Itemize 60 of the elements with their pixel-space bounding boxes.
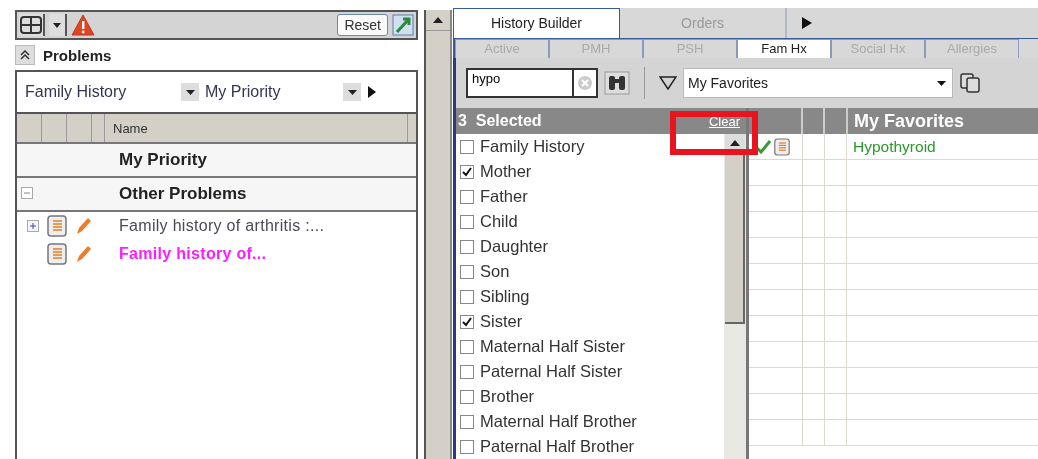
dropdown-caret-icon[interactable] (181, 83, 199, 101)
relative-label[interactable]: Maternal Half Sister (480, 337, 625, 356)
checkbox[interactable] (460, 439, 474, 454)
collapse-button[interactable] (15, 45, 35, 65)
relative-label[interactable]: Maternal Half Brother (480, 412, 637, 431)
dropdown-caret-icon[interactable] (49, 14, 67, 36)
dropdown-caret-icon[interactable] (937, 80, 946, 86)
dropdown-caret-icon[interactable] (343, 83, 361, 101)
filter-icon[interactable] (659, 76, 677, 90)
tab[interactable]: History Builder (453, 8, 620, 38)
checkbox[interactable] (460, 339, 474, 354)
expand-icon[interactable] (27, 220, 39, 232)
relative-label[interactable]: Father (480, 187, 528, 206)
reset-button[interactable]: Reset (337, 14, 388, 36)
search-field[interactable]: hypo (466, 68, 574, 98)
checkbox[interactable] (460, 289, 474, 304)
checkbox[interactable] (460, 264, 474, 279)
relative-label[interactable]: Paternal Half Sister (480, 362, 623, 381)
relative-label[interactable]: Sister (480, 312, 523, 331)
tab[interactable]: Fam Hx (737, 38, 831, 58)
relative-label[interactable]: Paternal Half Brother (480, 437, 635, 456)
pencil-icon[interactable] (75, 244, 93, 264)
checkbox[interactable] (460, 364, 474, 379)
play-arrow-icon[interactable] (802, 16, 812, 29)
relative-label[interactable]: Daughter (480, 237, 548, 256)
pencil-icon[interactable] (75, 216, 93, 236)
problem-name[interactable]: Family history of arthritis :... (119, 217, 325, 235)
layout-icon[interactable] (19, 14, 45, 36)
group-heading: Other Problems (119, 184, 247, 204)
warning-icon[interactable] (71, 14, 95, 36)
note-icon (47, 215, 67, 237)
checkbox[interactable] (460, 214, 474, 229)
selected-count: 3 Selected (458, 112, 542, 130)
column-header: My Favorites (853, 109, 965, 133)
double-chevron-icon (20, 50, 30, 60)
note-icon (774, 137, 790, 156)
priority-dropdown[interactable]: My Priority (205, 83, 337, 101)
checkbox[interactable] (460, 414, 474, 429)
checkbox[interactable] (460, 314, 474, 329)
favorites-dropdown[interactable]: My Favorites (683, 68, 953, 98)
play-arrow-icon[interactable] (367, 85, 377, 99)
checkbox[interactable] (460, 389, 474, 404)
relative-label[interactable]: Brother (480, 387, 535, 406)
relative-label[interactable]: Child (480, 212, 518, 231)
note-icon (47, 243, 67, 265)
checkbox[interactable] (460, 139, 474, 154)
checkbox[interactable] (460, 189, 474, 204)
checkbox[interactable] (460, 239, 474, 254)
group-heading: My Priority (119, 150, 207, 170)
relative-label[interactable]: Sibling (480, 287, 530, 306)
scrollbar-thumb[interactable] (725, 154, 745, 324)
filter-dropdown[interactable]: Family History (25, 83, 175, 101)
relative-label[interactable]: Son (480, 262, 510, 281)
favorite-name[interactable]: Hypothyroid (847, 134, 936, 159)
relative-label[interactable]: Family History (480, 137, 585, 156)
panel-title: Problems (43, 46, 112, 64)
relative-label[interactable]: Mother (480, 162, 532, 181)
copy-icon[interactable] (959, 72, 981, 94)
collapse-icon[interactable] (21, 187, 33, 199)
checkbox[interactable] (460, 164, 474, 179)
